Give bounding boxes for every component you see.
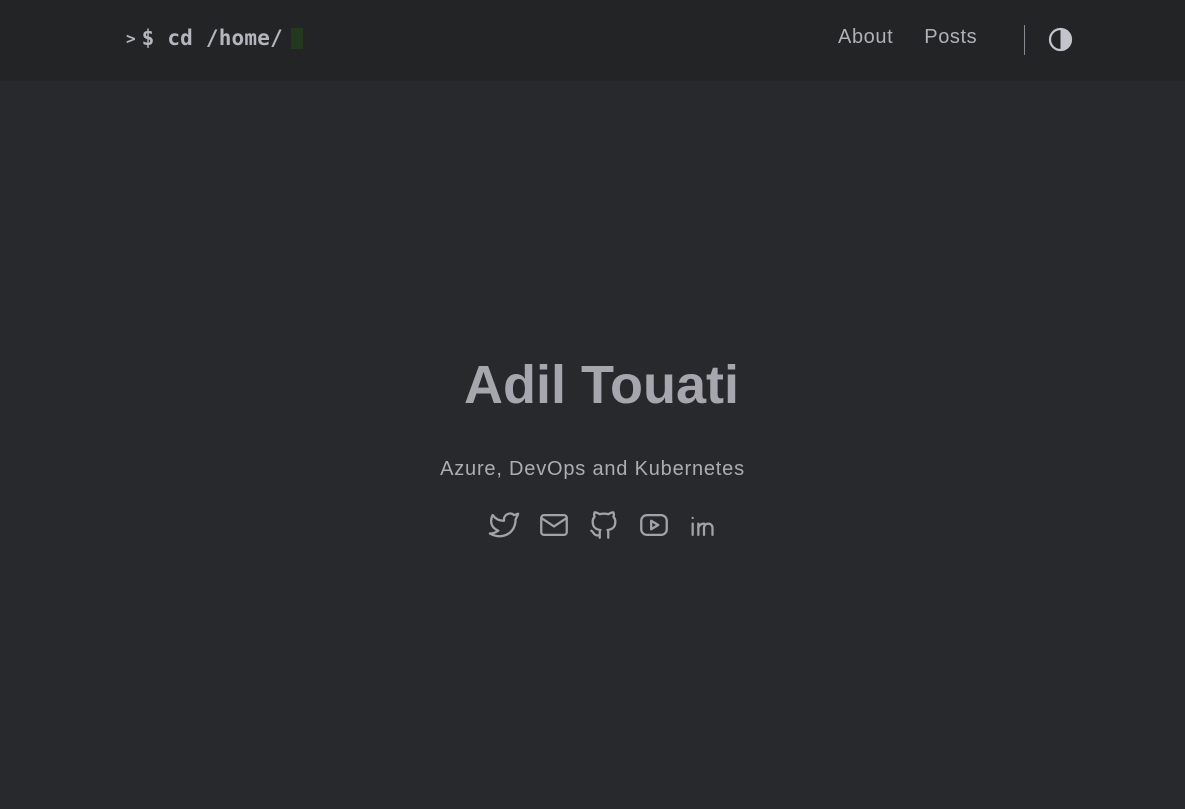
theme-toggle-button[interactable]	[1048, 27, 1073, 52]
github-icon	[590, 511, 617, 539]
social-links	[487, 508, 721, 542]
nav-link-posts[interactable]: Posts	[924, 26, 977, 49]
nav-divider	[1024, 25, 1025, 55]
site-logo-link[interactable]: > $ cd /home/	[126, 26, 303, 50]
youtube-link[interactable]	[637, 508, 671, 542]
main-nav: About Posts	[838, 26, 977, 49]
twitter-link[interactable]	[487, 508, 521, 542]
twitter-icon	[488, 512, 520, 538]
site-header: > $ cd /home/ About Posts	[0, 0, 1185, 81]
logo-command-text: $ cd /home/	[141, 26, 283, 50]
hero-section: Adil Touati Azure, DevOps and Kubernetes	[0, 352, 1185, 481]
email-link[interactable]	[537, 508, 571, 542]
github-link[interactable]	[587, 508, 621, 542]
nav-link-about[interactable]: About	[838, 26, 893, 49]
mail-icon	[540, 513, 568, 537]
hero-name: Adil Touati	[464, 355, 739, 415]
contrast-icon	[1048, 27, 1073, 52]
hero-tagline: Azure, DevOps and Kubernetes	[440, 458, 745, 480]
linkedin-icon	[691, 516, 714, 537]
linkedin-link[interactable]	[687, 508, 721, 542]
youtube-icon	[640, 513, 668, 537]
logo-caret: >	[126, 28, 136, 48]
terminal-cursor	[290, 27, 303, 49]
